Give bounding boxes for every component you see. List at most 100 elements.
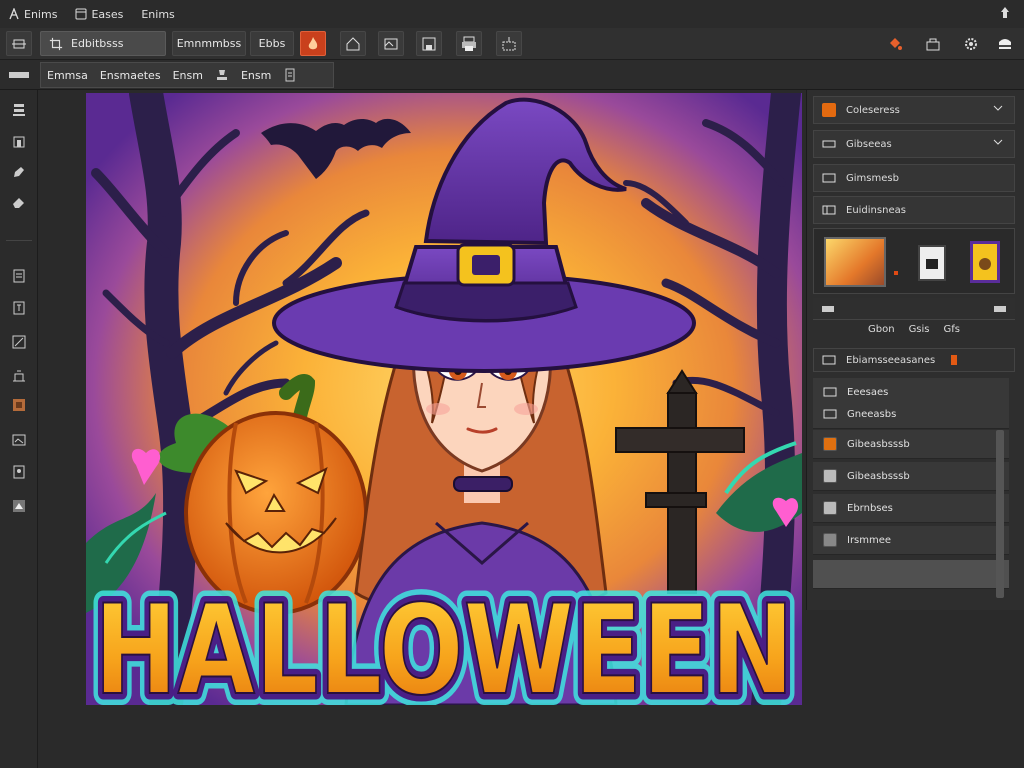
thumbnail-labels: Gbon Gsis Gfs: [813, 324, 1015, 344]
tool-text[interactable]: [9, 298, 29, 318]
brush-preset-icon: [822, 140, 836, 148]
properties-panel: Coleseress Gibseeas Gimsmesb Euidinsneas…: [806, 90, 1024, 610]
frame-button[interactable]: [378, 31, 404, 56]
gradient-thumbnail[interactable]: [824, 237, 886, 287]
tool-eraser[interactable]: [9, 194, 29, 214]
tool-crop[interactable]: [9, 395, 29, 415]
fill-icon: [13, 269, 25, 283]
transform-button[interactable]: [6, 31, 32, 56]
options-bar: Emmsa Ensmaetes Ensm Ensm: [0, 60, 1024, 90]
save-icon: [422, 37, 436, 50]
menu-item-2[interactable]: Eases: [75, 8, 123, 21]
stamp-icon: [216, 70, 227, 80]
transform-icon: [12, 39, 26, 48]
tool-hand[interactable]: [9, 462, 29, 482]
document-icon: [285, 68, 295, 82]
menu-label-3: Enims: [141, 7, 175, 21]
crop-tool-icon: [13, 399, 25, 411]
panel-row-brush[interactable]: Gibseeas: [813, 130, 1015, 158]
option-3[interactable]: Ensm: [167, 69, 209, 82]
edit-group-button[interactable]: Edbitbsss: [40, 31, 166, 56]
panel-row-guides[interactable]: Euidinsneas: [813, 196, 1015, 224]
system-icon[interactable]: [998, 6, 1012, 20]
layers-icon: [822, 355, 836, 365]
layers-toolbar: [813, 298, 1015, 320]
print-button[interactable]: [456, 31, 482, 56]
menu-item-3[interactable]: Enims: [141, 8, 174, 21]
fire-button[interactable]: [300, 31, 326, 56]
selection-button[interactable]: [496, 31, 522, 56]
tool-brush[interactable]: [9, 162, 29, 182]
layer-folder-icon: [823, 387, 837, 397]
tool-fill[interactable]: [9, 266, 29, 286]
layer-swatch: [823, 501, 837, 515]
tool-pen[interactable]: [9, 332, 29, 352]
save-button[interactable]: [416, 31, 442, 56]
layer-row[interactable]: Gibeasbsssb: [813, 462, 1009, 491]
chevron-down-icon: [993, 139, 1003, 145]
layer-swatch: [823, 437, 837, 451]
canvas-area[interactable]: HALLOWEEN HALLOWEEN HALLOWEEN: [38, 90, 804, 768]
option-5[interactable]: Ensm: [235, 69, 277, 82]
panel-row-brush-label: Gibseeas: [846, 138, 892, 150]
layers-options-icon[interactable]: [993, 303, 1007, 315]
layers-scrollbar[interactable]: [996, 430, 1004, 598]
thumbnail-marker: [894, 271, 898, 275]
halloween-artwork[interactable]: HALLOWEEN HALLOWEEN HALLOWEEN: [86, 93, 802, 705]
option-4[interactable]: [209, 68, 235, 82]
panel-row-mode[interactable]: Gimsmesb: [813, 164, 1015, 192]
layers-menu-icon[interactable]: [821, 303, 835, 315]
panel-row-guides-label: Euidinsneas: [846, 204, 906, 216]
chevron-down-icon: [993, 105, 1003, 111]
tool-move[interactable]: [9, 132, 29, 152]
layers-header-label: Ebiamsseeasanes: [846, 354, 936, 366]
settings-button[interactable]: [960, 31, 982, 56]
thumbnail-label-2: Gsis: [908, 324, 930, 335]
thumbnail-label-3: Gfs: [943, 324, 960, 335]
panel-row-color-label: Coleseress: [846, 104, 900, 116]
eyedropper-icon: [13, 500, 25, 512]
crop-icon: [49, 37, 63, 50]
layer-swatch: [823, 533, 837, 547]
home-icon: [346, 36, 360, 50]
tool-shape[interactable]: [9, 366, 29, 386]
halloween-title: HALLOWEEN HALLOWEEN HALLOWEEN: [86, 567, 802, 705]
menu-label-1: Enims: [24, 7, 58, 21]
tool-zoom[interactable]: [9, 430, 29, 450]
thumbnail-strip: [813, 228, 1015, 294]
stack-icon: [13, 104, 25, 116]
layer-label: Eeesaes: [847, 386, 889, 398]
layer-label: Gneeasbs: [847, 408, 897, 420]
artwork-thumbnail[interactable]: [970, 241, 1000, 283]
arrange-button[interactable]: Emnmmbss: [172, 31, 246, 56]
menu-item-1[interactable]: Enims: [8, 8, 57, 21]
print-icon: [462, 36, 476, 51]
layer-row[interactable]: Irsmmee: [813, 526, 1009, 555]
option-1[interactable]: Emmsa: [41, 69, 94, 82]
layer-folder-icon: [823, 409, 837, 419]
layer-swatch: [823, 469, 837, 483]
tools-divider: [6, 240, 32, 241]
settings-icon: [965, 37, 977, 50]
layer-row-selected[interactable]: [813, 560, 1009, 589]
svg-text:HALLOWEEN: HALLOWEEN: [94, 579, 794, 705]
frame-icon: [384, 38, 398, 49]
home-button[interactable]: [340, 31, 366, 56]
color-button[interactable]: [884, 31, 906, 56]
share-button[interactable]: [922, 31, 944, 56]
tool-stack[interactable]: [9, 100, 29, 120]
profile-button[interactable]: [994, 31, 1016, 56]
tool-eyedropper[interactable]: [9, 496, 29, 516]
color-swatch: [822, 103, 836, 117]
option-2[interactable]: Ensmaetes: [94, 69, 167, 82]
layer-row[interactable]: Ebrnbses: [813, 494, 1009, 523]
panel-row-color[interactable]: Coleseress: [813, 96, 1015, 124]
thumbnail-label-1: Gbon: [868, 324, 895, 335]
ebbs-button[interactable]: Ebbs: [250, 31, 294, 56]
choker: [453, 476, 513, 492]
document-thumbnail[interactable]: [918, 245, 946, 281]
layer-row[interactable]: Gibeasbsssb: [813, 430, 1009, 459]
option-6[interactable]: [277, 68, 303, 82]
layer-row[interactable]: Gneeasbs: [813, 400, 1009, 429]
edit-group-label: Edbitbsss: [71, 37, 124, 50]
